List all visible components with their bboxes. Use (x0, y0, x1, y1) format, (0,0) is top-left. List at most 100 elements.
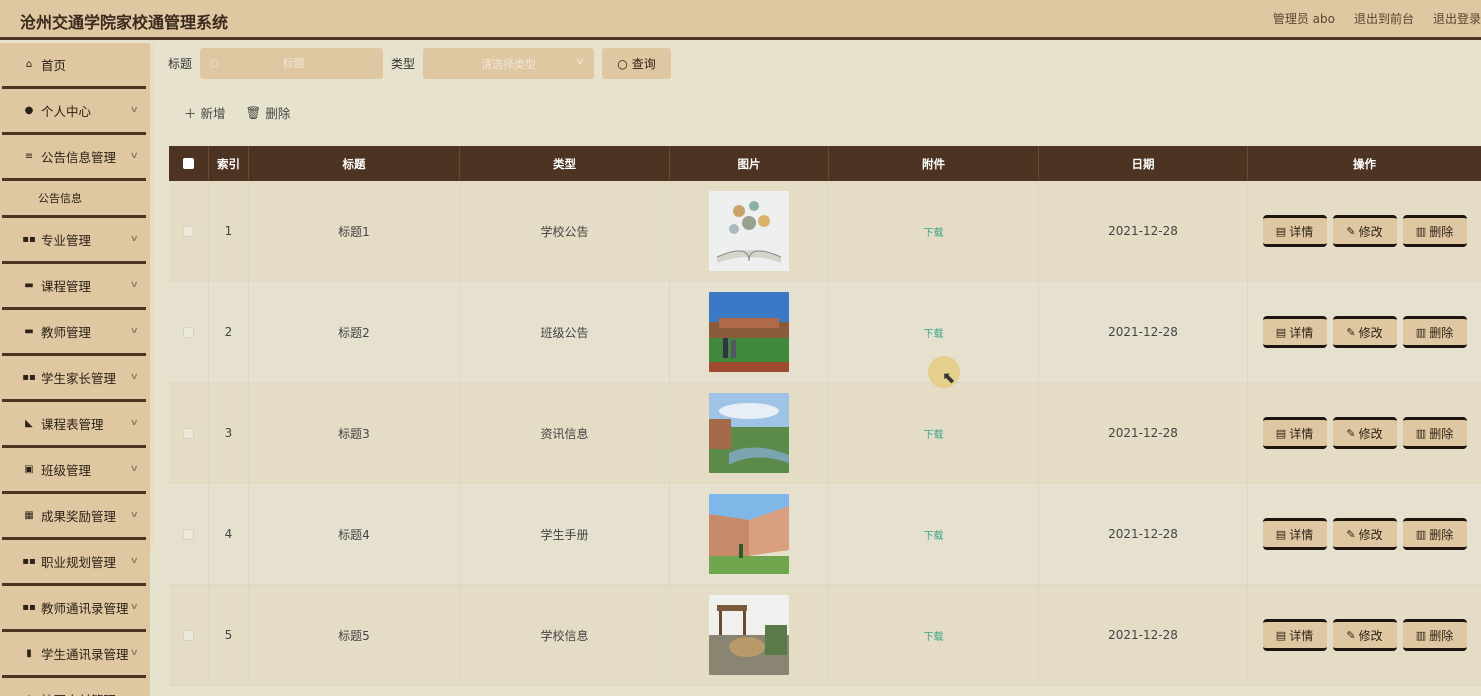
mouse-cursor-icon: ⬉ (942, 368, 956, 387)
row-attachment-cell: 下载 (829, 181, 1039, 281)
sidebar-item-3[interactable]: ▪▪ 专业管理 ∨ (2, 218, 146, 264)
document-icon: ▤ (1275, 325, 1287, 339)
row-checkbox[interactable] (183, 225, 194, 237)
delete-label: 删除 (1429, 325, 1454, 340)
edit-button[interactable]: ✎ 修改 (1332, 316, 1397, 348)
top-right-links: 管理员 abo 退出到前台 退出登录 (1273, 10, 1481, 27)
row-checkbox[interactable] (183, 326, 194, 338)
admin-user-label[interactable]: 管理员 abo (1273, 10, 1335, 27)
edit-label: 修改 (1358, 224, 1383, 239)
edit-button[interactable]: ✎ 修改 (1332, 518, 1397, 550)
sidebar-item-label: 教师管理 (41, 325, 92, 340)
delete-label: 删除 (1429, 628, 1454, 643)
sidebar-item-label: 教师通讯录管理 (41, 601, 129, 616)
pencil-icon: ✎ (1346, 628, 1356, 642)
download-link[interactable]: 下载 (924, 224, 944, 239)
download-link[interactable]: 下载 (924, 426, 944, 441)
document-icon: ▤ (1275, 628, 1287, 642)
delete-button[interactable]: ▥ 删除 (1402, 619, 1467, 651)
row-date: 2021-12-28 (1039, 181, 1248, 281)
title-search-box[interactable]: ○ (200, 48, 384, 79)
add-button[interactable]: ＋ 新增 (184, 103, 226, 122)
sidebar-item-8[interactable]: ▣ 班级管理 ∨ (2, 448, 146, 494)
box-icon: ▣ (24, 464, 34, 475)
sidebar-item-2[interactable]: ≡ 公告信息管理 ∨ (2, 135, 146, 181)
sidebar-item-7[interactable]: ◣ 课程表管理 ∨ (2, 402, 146, 448)
sidebar-item-12[interactable]: ▮ 学生通讯录管理 ∨ (2, 632, 146, 678)
row-title: 标题3 (249, 383, 460, 483)
edit-button[interactable]: ✎ 修改 (1332, 619, 1397, 651)
sidebar-item-0[interactable]: ⌂ 首页 (2, 43, 146, 89)
edit-button[interactable]: ✎ 修改 (1332, 417, 1397, 449)
sidebar-item-5[interactable]: ▬ 教师管理 ∨ (2, 310, 146, 356)
table-row: 3 标题3 资讯信息 下载 2021-12-28 ▤ 详情 ✎ 修改 ▥ 删除 (169, 383, 1481, 484)
row-checkbox[interactable] (183, 427, 194, 439)
type-select[interactable]: 请选择类型 ∨ (423, 48, 595, 79)
detail-button[interactable]: ▤ 详情 (1262, 619, 1327, 651)
chevron-down-icon: ∨ (130, 648, 140, 658)
row-title: 标题1 (249, 181, 460, 281)
logout-link[interactable]: 退出登录 (1433, 10, 1481, 27)
detail-button[interactable]: ▤ 详情 (1262, 215, 1327, 247)
sidebar-item-6[interactable]: ▪▪ 学生家长管理 ∨ (2, 356, 146, 402)
row-attachment-cell: 下载 (829, 585, 1039, 685)
pencil-icon: ✎ (1346, 325, 1356, 339)
document-icon: ▤ (1275, 527, 1287, 541)
row-type: 学生手册 (460, 484, 670, 584)
detail-label: 详情 (1289, 628, 1314, 643)
sidebar-item-label: 专业管理 (41, 233, 92, 248)
row-index: 5 (209, 585, 249, 685)
batch-delete-button[interactable]: 🗑 删除 (246, 103, 291, 122)
row-checkbox[interactable] (183, 629, 194, 641)
row-checkbox[interactable] (183, 528, 194, 540)
type-select-placeholder: 请选择类型 (481, 57, 537, 71)
sidebar-item-10[interactable]: ▪▪ 职业规划管理 ∨ (2, 540, 146, 586)
download-link[interactable]: 下载 (924, 628, 944, 643)
row-date: 2021-12-28 (1039, 383, 1248, 483)
edit-label: 修改 (1358, 628, 1383, 643)
query-button[interactable]: ○ 查询 (602, 48, 672, 79)
sidebar-item-13[interactable]: ●校园支付管理∨ (2, 678, 146, 696)
grid-icon: ▪▪ (22, 234, 36, 245)
edit-button[interactable]: ✎ 修改 (1332, 215, 1397, 247)
sidebar-item-4[interactable]: ▬ 课程管理 ∨ (2, 264, 146, 310)
grid-icon: ▪▪ (22, 556, 36, 567)
list-icon: ≡ (24, 151, 34, 162)
select-all-checkbox[interactable] (183, 158, 194, 169)
sidebar-item-9[interactable]: ▦ 成果奖励管理 ∨ (2, 494, 146, 540)
home-icon: ⌂ (25, 59, 33, 70)
row-type: 资讯信息 (460, 383, 670, 483)
notice-image-4 (709, 494, 789, 574)
detail-button[interactable]: ▤ 详情 (1262, 518, 1327, 550)
table-body: 1 标题1 学校公告 下载 2021-12-28 ▤ 详情 ✎ 修改 ▥ 删除 2 标题2 班级公告 下载 2… (169, 181, 1481, 686)
sidebar-item-11[interactable]: ▪▪ 教师通讯录管理 ∨ (2, 586, 146, 632)
top-bar: 沧州交通学院家校通管理系统 管理员 abo 退出到前台 退出登录 (0, 0, 1481, 40)
delete-button[interactable]: ▥ 删除 (1402, 518, 1467, 550)
sidebar-item-label: 个人中心 (41, 104, 92, 119)
trash-icon: ▥ (1415, 628, 1427, 642)
delete-button[interactable]: ▥ 删除 (1402, 316, 1467, 348)
detail-label: 详情 (1289, 527, 1314, 542)
title-search-input[interactable] (218, 57, 369, 70)
download-link[interactable]: 下载 (924, 325, 944, 340)
title-filter-label: 标题 (168, 57, 193, 71)
row-index: 1 (209, 181, 249, 281)
delete-button[interactable]: ▥ 删除 (1402, 417, 1467, 449)
detail-button[interactable]: ▤ 详情 (1262, 316, 1327, 348)
notice-image-3 (709, 393, 789, 473)
row-title: 标题5 (249, 585, 460, 685)
delete-label: 删除 (1429, 426, 1454, 441)
header-attachment: 附件 (829, 146, 1039, 181)
delete-button[interactable]: ▥ 删除 (1402, 215, 1467, 247)
chevron-down-icon: ∨ (130, 464, 140, 474)
detail-label: 详情 (1289, 426, 1314, 441)
row-title: 标题4 (249, 484, 460, 584)
sidebar-item-1[interactable]: ● 个人中心 ∨ (2, 89, 146, 135)
trash-icon: ▥ (1415, 426, 1427, 440)
download-link[interactable]: 下载 (924, 527, 944, 542)
exit-to-front-link[interactable]: 退出到前台 (1354, 10, 1414, 27)
document-icon: ▤ (1275, 224, 1287, 238)
sidebar-subitem-notice-info[interactable]: 公告信息 (2, 181, 146, 218)
header-title: 标题 (249, 146, 460, 181)
detail-button[interactable]: ▤ 详情 (1262, 417, 1327, 449)
